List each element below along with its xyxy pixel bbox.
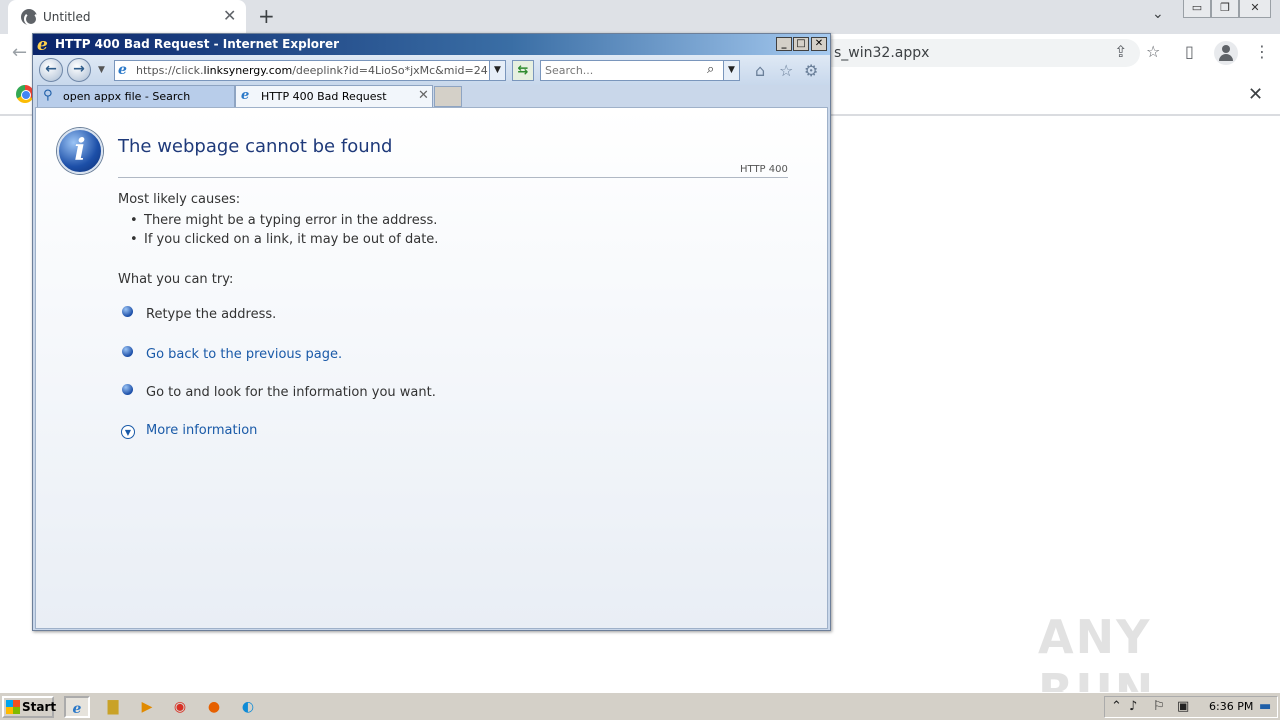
ie-titlebar[interactable]: e HTTP 400 Bad Request - Internet Explor… [33,34,830,55]
back-arrow-icon[interactable]: ← [12,42,27,63]
system-tray: ⌃ ♪ ⚐ ▣ 6:36 PM ▬ [1104,696,1278,718]
chrome-tab-title: Untitled [43,10,91,24]
ie-new-tab-button[interactable] [434,86,462,107]
favorites-star-icon[interactable]: ☆ [779,61,793,80]
ie-back-icon[interactable]: ← [39,58,63,82]
minimize-icon[interactable]: ▭ [1183,0,1211,18]
ie-search-box[interactable]: Search... ⌕ ▼ [540,60,740,81]
causes-heading: Most likely causes: [118,192,241,207]
info-icon: i [57,128,103,174]
close-icon[interactable]: ✕ [223,6,236,25]
ie-address-bar[interactable]: e https://click.linksynergy.com/deeplink… [114,60,506,81]
side-panel-icon[interactable]: ▯ [1185,42,1194,61]
magnifier-icon[interactable]: ⌕ [707,62,714,77]
ie-minimize-icon[interactable]: _ [776,37,792,51]
chrome-tab-untitled[interactable]: Untitled ✕ [8,0,246,34]
new-tab-button[interactable]: + [258,4,275,28]
ie-tab-search[interactable]: ⚲ open appx file - Search [37,85,235,107]
bullet-icon [122,306,133,317]
ie-tab-strip: ⚲ open appx file - Search e HTTP 400 Bad… [33,85,830,107]
page-title: The webpage cannot be found [118,136,393,157]
ie-page-content: i The webpage cannot be found HTTP 400 M… [35,107,828,629]
globe-icon [21,9,38,26]
infobar-close-icon[interactable]: ✕ [1248,84,1263,105]
go-back-link[interactable]: Go back to the previous page. [146,347,342,362]
ie-history-chevron-icon[interactable]: ▼ [98,65,105,75]
ie-tab-label: HTTP 400 Bad Request [261,90,387,103]
profile-avatar-icon[interactable] [1214,41,1238,65]
folder-icon[interactable]: ▇ [100,696,126,718]
start-button[interactable]: Start [2,696,57,718]
chrome-tab-strip: Untitled ✕ + ⌄ ▭ ❐ ✕ [0,0,1280,34]
chrome-taskbar-icon[interactable]: ◉ [167,696,193,718]
network-icon[interactable]: ▣ [1177,699,1189,714]
windows-flag-icon [6,700,20,714]
ie-logo-icon: e [37,35,48,55]
start-label: Start [22,700,57,714]
share-icon[interactable]: ⇪ [1114,42,1127,61]
kebab-menu-icon[interactable]: ⋮ [1254,42,1270,61]
volume-icon[interactable]: ♪ [1129,699,1137,714]
ie-search-dropdown-icon[interactable]: ▼ [723,61,739,80]
window-close-icon[interactable]: ✕ [1239,0,1271,18]
tab-close-icon[interactable]: ✕ [418,88,429,103]
ie-page-icon: e [118,62,127,78]
search-icon: ⚲ [43,88,53,103]
ie-maximize-icon[interactable]: □ [793,37,809,51]
chrome-url-text: s_win32.appx [834,45,930,61]
http-status-code: HTTP 400 [740,164,788,175]
title-divider [118,177,788,178]
try-heading: What you can try: [118,272,234,287]
flag-icon[interactable]: ⚐ [1153,699,1165,714]
ie-search-placeholder: Search... [545,64,594,77]
chrome-address-bar[interactable]: s_win32.appx [830,39,1140,67]
cause-item: There might be a typing error in the add… [130,213,437,228]
ie-navigation-bar: ← → ▼ e https://click.linksynergy.com/de… [33,55,830,85]
ie-page-icon: e [241,88,250,103]
bullet-icon [122,384,133,395]
ie-refresh-icon[interactable]: ⇆ [512,60,534,81]
cause-item: If you clicked on a link, it may be out … [130,232,438,247]
try-item-retype: Retype the address. [146,307,277,322]
home-icon[interactable]: ⌂ [755,61,765,80]
ie-taskbar-icon[interactable]: e [64,696,90,718]
taskbar: Start e ▇ ▶ ◉ ● ◐ ⌃ ♪ ⚐ ▣ 6:36 PM ▬ [0,692,1280,720]
media-player-icon[interactable]: ▶ [134,696,160,718]
more-information-link[interactable]: More information [146,423,257,438]
ie-tab-label: open appx file - Search [63,90,191,103]
restore-icon[interactable]: ❐ [1211,0,1239,18]
ie-tab-http-400[interactable]: e HTTP 400 Bad Request ✕ [235,85,433,107]
ie-forward-icon[interactable]: → [67,58,91,82]
ie-close-icon[interactable]: ✕ [811,37,827,51]
ie-address-dropdown-icon[interactable]: ▼ [489,61,505,80]
ie-window-title: HTTP 400 Bad Request - Internet Explorer [55,37,340,51]
gear-icon[interactable]: ⚙ [804,61,818,80]
try-item-goto: Go to and look for the information you w… [146,385,436,400]
edge-icon[interactable]: ◐ [235,696,261,718]
chevron-down-icon[interactable]: ▼ [121,425,135,439]
bullet-icon [122,346,133,357]
ie-window: e HTTP 400 Bad Request - Internet Explor… [32,33,831,631]
ie-url-text: https://click.linksynergy.com/deeplink?i… [136,64,488,77]
show-desktop-icon[interactable]: ▬ [1259,699,1271,714]
star-icon[interactable]: ☆ [1146,42,1160,61]
tray-expand-icon[interactable]: ⌃ [1111,699,1122,714]
tab-search-chevron-icon[interactable]: ⌄ [1152,6,1164,22]
clock[interactable]: 6:36 PM [1209,700,1253,713]
firefox-icon[interactable]: ● [201,696,227,718]
